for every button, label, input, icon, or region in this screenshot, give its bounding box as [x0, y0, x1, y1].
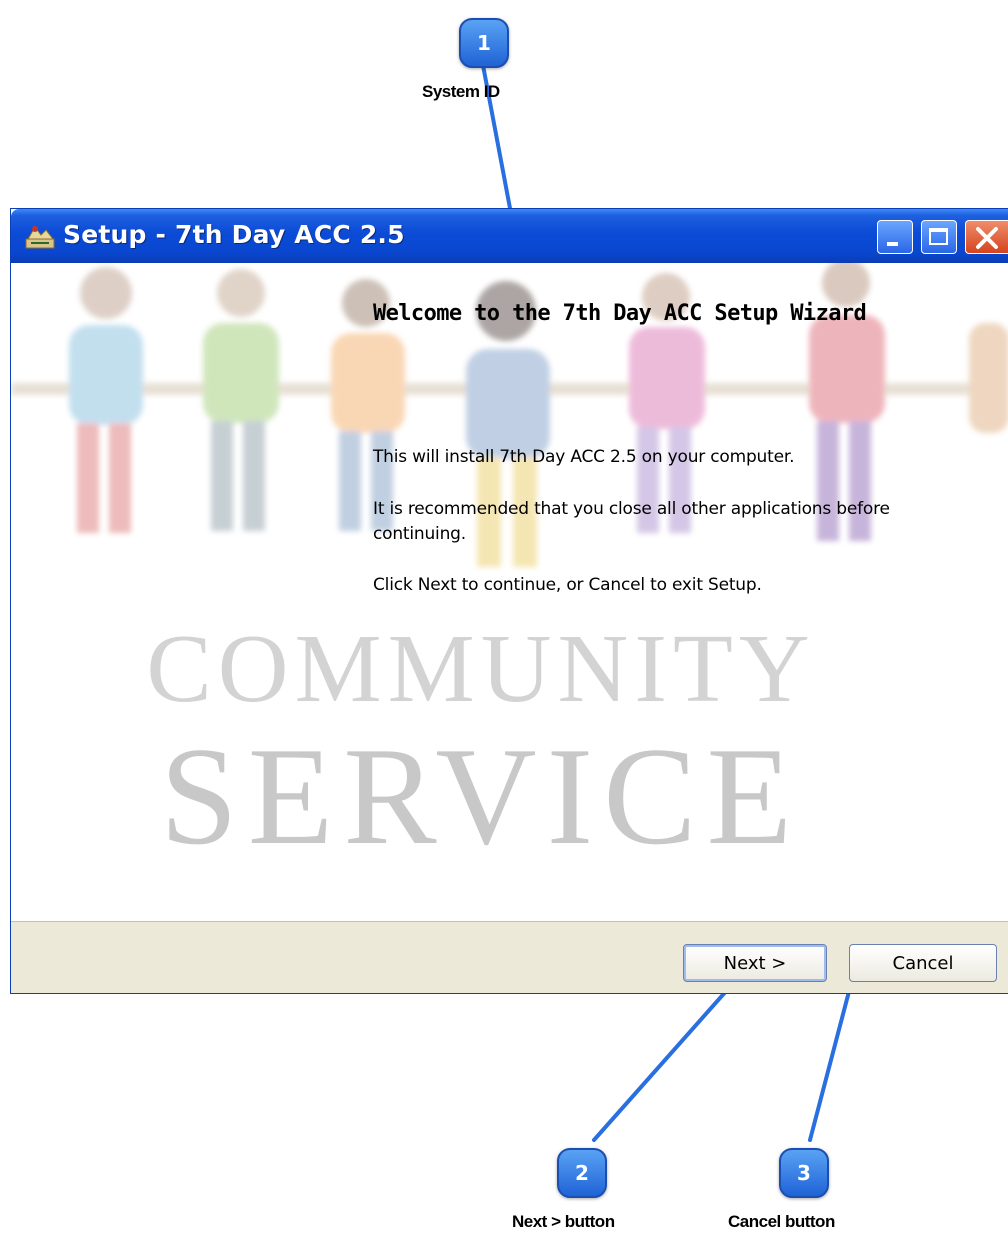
callout-marker-2: 2 — [557, 1148, 607, 1198]
setup-window: Setup - 7th Day ACC 2.5 COMMUNITY SERVIC… — [10, 208, 1008, 994]
wizard-welcome-page: COMMUNITY SERVICE Welcome to the 7th Day… — [11, 263, 1008, 921]
callout-marker-1: 1 — [459, 18, 509, 68]
next-button[interactable]: Next > — [683, 944, 827, 982]
callout-label-system-id: System ID — [422, 82, 500, 101]
install-description: This will install 7th Day ACC 2.5 on you… — [373, 447, 795, 467]
window-title: Setup - 7th Day ACC 2.5 — [63, 220, 405, 249]
close-apps-recommendation: It is recommended that you close all oth… — [373, 499, 890, 544]
callout-label-cancel-button: Cancel button — [728, 1212, 835, 1231]
minimize-button[interactable] — [877, 220, 913, 254]
minimize-icon — [887, 242, 898, 246]
background-word-service: SERVICE — [160, 719, 802, 874]
maximize-button[interactable] — [921, 220, 957, 254]
background-word-community: COMMUNITY — [146, 615, 815, 723]
close-icon — [976, 227, 998, 249]
title-bar[interactable]: Setup - 7th Day ACC 2.5 — [11, 209, 1008, 263]
button-bar: Next > Cancel — [11, 921, 1008, 993]
continue-instructions: Click Next to continue, or Cancel to exi… — [373, 575, 762, 595]
installer-app-icon — [25, 226, 55, 249]
cancel-button[interactable]: Cancel — [849, 944, 997, 982]
welcome-heading: Welcome to the 7th Day ACC Setup Wizard — [373, 301, 867, 326]
close-button[interactable] — [965, 220, 1008, 254]
maximize-icon — [929, 228, 948, 245]
callout-marker-3: 3 — [779, 1148, 829, 1198]
callout-label-next-button: Next > button — [512, 1212, 615, 1231]
